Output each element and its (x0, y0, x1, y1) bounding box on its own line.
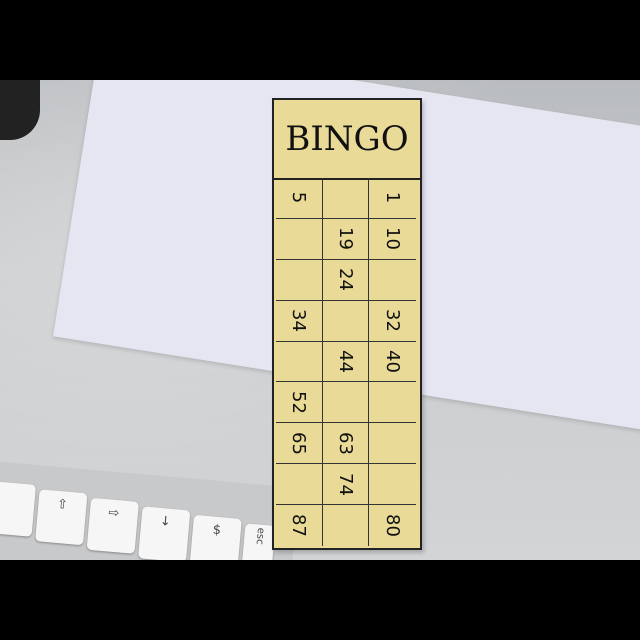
bingo-cell: 1 (369, 178, 416, 219)
bingo-number: 1 (382, 192, 404, 204)
bingo-grid: 5 1 19 10 24 34 32 44 40 52 65 63 74 87 80 (276, 178, 416, 546)
bingo-number: 5 (288, 192, 310, 204)
bingo-number: 44 (334, 350, 356, 373)
bingo-cell: 40 (369, 342, 416, 383)
photo-scene: ⇧ ⇨ ↓ $ esc BINGO 5 1 19 10 24 34 32 44 40 52 65 63… (0, 80, 640, 560)
keyboard-key: $ (189, 514, 242, 560)
bingo-cell (276, 218, 323, 260)
bingo-cell: 87 (276, 505, 323, 546)
bingo-number: 87 (288, 514, 310, 537)
keyboard-key: esc (240, 523, 276, 560)
bingo-cell: 52 (276, 382, 323, 424)
bingo-number: 74 (334, 472, 356, 496)
bingo-cell: 65 (276, 423, 323, 465)
bingo-number: 52 (288, 390, 310, 414)
bingo-cell: 44 (322, 341, 370, 383)
keyboard-key (0, 480, 37, 537)
bingo-number: 24 (334, 268, 356, 292)
bingo-number: 19 (334, 227, 356, 251)
bingo-cell (322, 382, 370, 424)
bingo-card: BINGO 5 1 19 10 24 34 32 44 40 52 65 63 74 87 80 (272, 98, 422, 550)
bingo-cell (276, 341, 323, 383)
bingo-cell (369, 260, 416, 301)
bingo-cell: 63 (322, 423, 370, 465)
bingo-number: 40 (382, 350, 404, 373)
bingo-number: 80 (382, 514, 404, 537)
bingo-cell: 10 (369, 219, 416, 260)
bingo-cell (323, 505, 370, 546)
bingo-cell (276, 464, 323, 506)
bingo-number: 65 (288, 431, 310, 455)
bingo-cell: 32 (369, 301, 416, 342)
bingo-cell: 74 (322, 464, 370, 506)
bingo-cell: 24 (322, 259, 370, 301)
bingo-cell (369, 382, 416, 424)
bingo-number: 32 (382, 309, 404, 333)
bingo-cell (322, 300, 370, 342)
bingo-title: BINGO (274, 100, 420, 180)
keyboard-key: ⇧ (35, 489, 88, 546)
bingo-cell: 34 (276, 300, 323, 342)
bingo-number: 63 (334, 431, 356, 455)
bingo-number: 10 (382, 227, 404, 251)
bingo-cell (322, 178, 370, 219)
bingo-cell (276, 259, 323, 301)
bingo-cell: 5 (276, 178, 323, 219)
bingo-cell (369, 464, 416, 506)
keyboard-key: ↓ (138, 506, 191, 560)
keyboard-key: ⇨ (86, 497, 139, 554)
bingo-cell: 80 (369, 505, 416, 546)
bingo-number: 34 (288, 309, 310, 333)
bingo-cell: 19 (322, 218, 370, 260)
bingo-cell (369, 423, 416, 465)
